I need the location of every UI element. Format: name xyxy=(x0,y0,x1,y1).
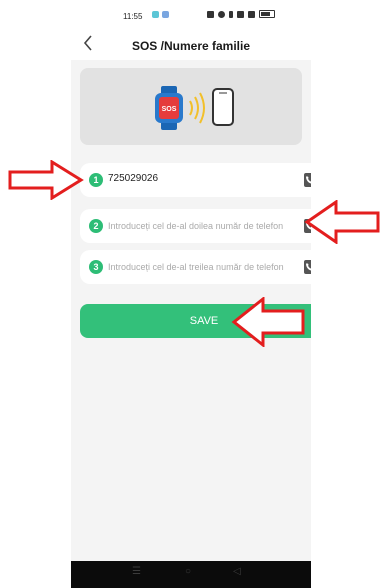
app-header: SOS /Numere familie xyxy=(71,32,311,60)
phone-number-value[interactable]: 725029026 xyxy=(108,173,303,184)
signal-waves-icon xyxy=(189,92,205,124)
system-nav-bar: ☰ ○ ◁ xyxy=(71,561,311,588)
app-notification-icon xyxy=(152,11,159,18)
battery-icon xyxy=(259,10,275,18)
contact-row-2[interactable]: 2 xyxy=(80,209,311,243)
alarm-icon xyxy=(218,10,225,18)
phone-number-input-2[interactable] xyxy=(108,219,303,233)
sos-badge: SOS xyxy=(162,106,177,113)
nfc-icon xyxy=(207,10,214,18)
page-title: SOS /Numere familie xyxy=(131,39,251,53)
index-badge: 1 xyxy=(89,173,103,187)
annotation-arrow-right-icon xyxy=(8,160,84,200)
bluetooth-icon xyxy=(229,10,233,18)
contact-row-1[interactable]: 1 725029026 xyxy=(80,163,311,197)
menu-icon[interactable]: ☰ xyxy=(132,566,141,577)
wifi-icon xyxy=(237,10,244,18)
home-icon[interactable]: ○ xyxy=(185,566,191,577)
contact-book-icon[interactable] xyxy=(303,259,311,275)
status-time: 11:55 xyxy=(123,12,143,21)
notification-icons xyxy=(152,11,169,18)
annotation-arrow-left-icon xyxy=(304,200,380,244)
contact-row-3[interactable]: 3 xyxy=(80,250,311,284)
annotation-arrow-left-icon xyxy=(231,297,305,347)
contact-book-icon[interactable] xyxy=(303,172,311,188)
index-badge: 3 xyxy=(89,260,103,274)
signal-icon xyxy=(248,10,255,18)
index-badge: 2 xyxy=(89,219,103,233)
app-notification-icon xyxy=(162,11,169,18)
phone-number-input-3[interactable] xyxy=(108,260,303,274)
phone-screen: 11:55 SOS /Numere familie SOS 1 72502902… xyxy=(71,0,311,588)
smartwatch-icon: SOS xyxy=(155,86,183,130)
hero-illustration: SOS xyxy=(80,68,302,145)
status-bar: 11:55 xyxy=(71,0,311,32)
back-triangle-icon[interactable]: ◁ xyxy=(233,566,241,577)
system-icons xyxy=(207,10,275,18)
smartphone-icon xyxy=(212,88,234,126)
